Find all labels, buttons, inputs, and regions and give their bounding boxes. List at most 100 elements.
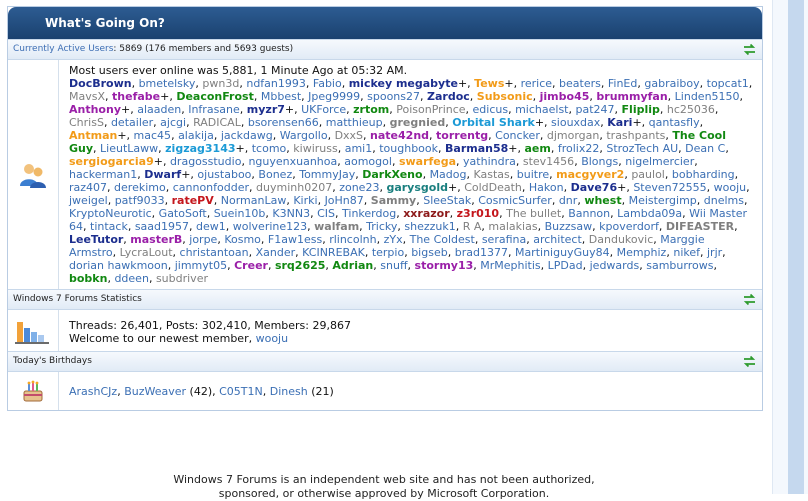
user-link[interactable]: zigzag3143: [165, 142, 235, 155]
user-link[interactable]: RADICAL: [193, 116, 241, 129]
user-link[interactable]: shezzuk1: [404, 220, 455, 233]
user-link[interactable]: nikef: [673, 246, 700, 259]
user-link[interactable]: z3r010: [457, 207, 499, 220]
user-link[interactable]: CosmicSurfer: [478, 194, 552, 207]
user-link[interactable]: serafina: [482, 233, 526, 246]
user-link[interactable]: bobharding: [672, 168, 735, 181]
user-link[interactable]: gregnied: [390, 116, 446, 129]
user-link[interactable]: pwn3d: [202, 77, 239, 90]
user-link[interactable]: Dean C: [685, 142, 725, 155]
user-link[interactable]: Dave76: [571, 181, 618, 194]
user-link[interactable]: Orbital Shark: [452, 116, 535, 129]
user-link[interactable]: Sammy: [371, 194, 416, 207]
user-link[interactable]: Meistergimp: [629, 194, 697, 207]
user-link[interactable]: ChrisS: [69, 116, 104, 129]
user-link[interactable]: bigseb: [411, 246, 448, 259]
user-link[interactable]: Tinkerdog: [342, 207, 396, 220]
user-link[interactable]: srq2625: [275, 259, 325, 272]
user-link[interactable]: Anthony: [69, 103, 121, 116]
user-link[interactable]: Mbbest: [261, 90, 301, 103]
user-link[interactable]: Creer: [234, 259, 268, 272]
user-link[interactable]: Barman58: [445, 142, 508, 155]
user-link[interactable]: Subsonic: [477, 90, 533, 103]
user-link[interactable]: Infrasane: [188, 103, 240, 116]
user-link[interactable]: DeaconFrost: [176, 90, 254, 103]
user-link[interactable]: KCINREBAK: [302, 246, 365, 259]
user-link[interactable]: CIS: [317, 207, 335, 220]
user-link[interactable]: NormanLaw: [221, 194, 287, 207]
refresh-icon[interactable]: [743, 43, 756, 56]
user-link[interactable]: FinEd: [608, 77, 638, 90]
user-link[interactable]: swarfega: [399, 155, 456, 168]
user-link[interactable]: yathindra: [463, 155, 516, 168]
user-link[interactable]: nigelmercier: [625, 155, 694, 168]
user-link[interactable]: bmetelsky: [139, 77, 196, 90]
user-link[interactable]: Madog: [430, 168, 467, 181]
user-link[interactable]: ratePV: [172, 194, 214, 207]
user-link[interactable]: matthieup: [326, 116, 383, 129]
user-link[interactable]: Bonez: [258, 168, 292, 181]
user-link[interactable]: DxxS: [335, 129, 363, 142]
user-link[interactable]: rerice: [521, 77, 552, 90]
user-link[interactable]: Xander: [256, 246, 296, 259]
user-link[interactable]: dew1: [196, 220, 226, 233]
user-link[interactable]: brad1377: [455, 246, 508, 259]
user-link[interactable]: frolix22: [558, 142, 600, 155]
user-link[interactable]: derekimo: [114, 181, 166, 194]
user-link[interactable]: ColdDeath: [464, 181, 522, 194]
user-link[interactable]: architect: [533, 233, 582, 246]
user-link[interactable]: kiwiruss: [293, 142, 337, 155]
user-link[interactable]: macgyver2: [556, 168, 624, 181]
user-link[interactable]: kpoverdorf: [599, 220, 659, 233]
user-link[interactable]: garysgold: [386, 181, 448, 194]
user-link[interactable]: trashpants: [606, 129, 665, 142]
user-link[interactable]: mac45: [134, 129, 172, 142]
user-link[interactable]: beaters: [559, 77, 601, 90]
user-link[interactable]: brummyfan: [596, 90, 667, 103]
user-link[interactable]: UKForce: [301, 103, 346, 116]
user-link[interactable]: Tews: [474, 77, 504, 90]
birthday-user-link[interactable]: Dinesh: [270, 385, 308, 398]
user-link[interactable]: MrMephitis: [480, 259, 540, 272]
user-link[interactable]: ami1: [345, 142, 373, 155]
active-users-link[interactable]: Currently Active Users: [13, 44, 113, 54]
user-link[interactable]: KryptoNeurotic: [69, 207, 152, 220]
user-link[interactable]: detailer: [111, 116, 153, 129]
user-link[interactable]: alakija: [178, 129, 214, 142]
user-link[interactable]: jweigel: [69, 194, 108, 207]
user-link[interactable]: mickey megabyte: [349, 77, 458, 90]
user-link[interactable]: edicus: [473, 103, 509, 116]
user-link[interactable]: ddeen: [114, 272, 148, 285]
user-link[interactable]: gabraiboy: [644, 77, 699, 90]
user-link[interactable]: rlincolnh: [329, 233, 376, 246]
user-link[interactable]: SleeStak: [423, 194, 471, 207]
user-link[interactable]: michaelst: [515, 103, 568, 116]
user-link[interactable]: Dwarf: [144, 168, 181, 181]
user-link[interactable]: subdriver: [156, 272, 208, 285]
user-link[interactable]: zone23: [339, 181, 379, 194]
user-link[interactable]: TommyJay: [299, 168, 355, 181]
user-link[interactable]: Bannon: [568, 207, 610, 220]
user-link[interactable]: myzr7: [247, 103, 285, 116]
user-link[interactable]: tcomo: [252, 142, 287, 155]
user-link[interactable]: wooju: [714, 181, 746, 194]
user-link[interactable]: The bullet: [506, 207, 561, 220]
user-link[interactable]: The Coldest: [410, 233, 475, 246]
user-link[interactable]: xxrazor: [403, 207, 449, 220]
user-link[interactable]: jimbo45: [540, 90, 590, 103]
user-link[interactable]: masterB: [130, 233, 182, 246]
user-link[interactable]: LycraLout: [120, 246, 173, 259]
user-link[interactable]: hc25036: [667, 103, 715, 116]
user-link[interactable]: malakias: [488, 220, 537, 233]
user-link[interactable]: bobkn: [69, 272, 107, 285]
user-link[interactable]: Fliplip: [622, 103, 660, 116]
user-link[interactable]: Kosmo: [224, 233, 261, 246]
user-link[interactable]: Buzzsaw: [545, 220, 593, 233]
user-link[interactable]: Fabio: [313, 77, 342, 90]
user-link[interactable]: pat247: [576, 103, 615, 116]
user-link[interactable]: whest: [584, 194, 621, 207]
user-link[interactable]: PoisonPrince: [396, 103, 465, 116]
user-link[interactable]: Hakon: [529, 181, 564, 194]
user-link[interactable]: aem: [525, 142, 551, 155]
user-link[interactable]: GatoSoft: [159, 207, 207, 220]
